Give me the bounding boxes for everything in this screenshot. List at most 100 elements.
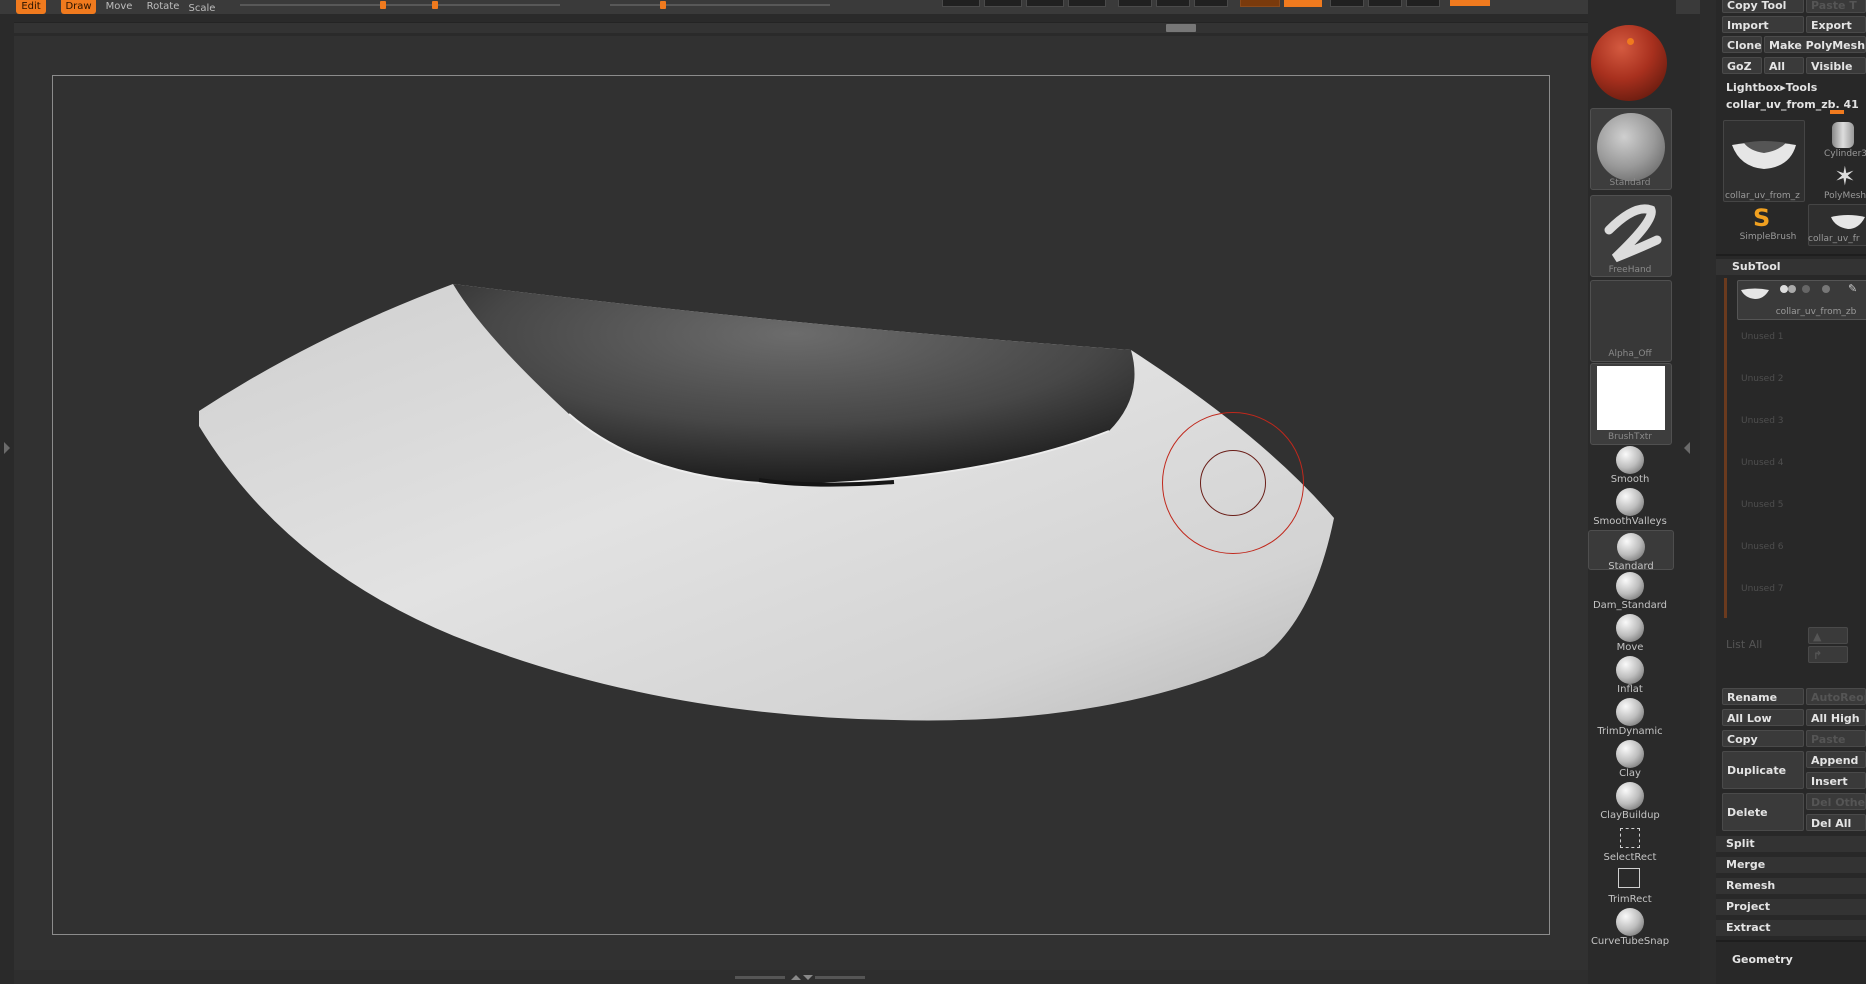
- clay-brush-icon: [1616, 740, 1644, 768]
- delete-button[interactable]: Delete: [1722, 793, 1804, 831]
- toolbar-button[interactable]: [1118, 0, 1152, 7]
- move-down-button[interactable]: ↱: [1808, 646, 1848, 663]
- copy-button[interactable]: Copy: [1722, 730, 1804, 747]
- brush-dam-standard[interactable]: Dam_Standard: [1588, 570, 1672, 611]
- scale-button[interactable]: Scale: [188, 2, 216, 16]
- subtool-slot-empty[interactable]: Unused 6: [1737, 530, 1866, 570]
- all-low-button[interactable]: All Low: [1722, 709, 1804, 726]
- canvas-scrollbar[interactable]: [14, 22, 1588, 33]
- brush-move[interactable]: Move: [1588, 612, 1672, 653]
- make-polymesh-button[interactable]: Make PolyMesh3D: [1764, 36, 1866, 53]
- subtool-slot-empty[interactable]: Unused 4: [1737, 446, 1866, 486]
- paste-tool-button[interactable]: Paste T: [1806, 0, 1866, 13]
- brush-trimrect[interactable]: TrimRect: [1588, 864, 1672, 905]
- toolbar-button[interactable]: [1406, 0, 1440, 7]
- collapse-arrow-icon[interactable]: [1682, 440, 1692, 456]
- brush-smooth[interactable]: Smooth: [1588, 444, 1672, 485]
- slot-label: Unused 7: [1741, 584, 1784, 594]
- visibility-icon[interactable]: [1788, 285, 1796, 293]
- goz-button[interactable]: GoZ: [1722, 57, 1762, 74]
- move-button[interactable]: Move: [104, 0, 134, 14]
- material-sphere-icon[interactable]: [1591, 25, 1667, 101]
- slot-label: Unused 3: [1741, 416, 1784, 426]
- dam-standard-brush-icon: [1616, 572, 1644, 600]
- toolbar-button[interactable]: [1026, 0, 1064, 7]
- clone-button[interactable]: Clone: [1722, 36, 1762, 53]
- edit-button[interactable]: Edit: [16, 0, 46, 14]
- bottom-tray-handle[interactable]: [735, 975, 865, 981]
- import-button[interactable]: Import: [1722, 16, 1804, 33]
- tray-divider[interactable]: [1700, 0, 1716, 984]
- copy-tool-button[interactable]: Copy Tool: [1722, 0, 1804, 13]
- move-up-button[interactable]: ▲: [1808, 627, 1848, 644]
- list-all-button[interactable]: List All: [1726, 638, 1762, 651]
- subtool-slot-empty[interactable]: Unused 2: [1737, 362, 1866, 402]
- project-menu[interactable]: Project: [1716, 899, 1866, 915]
- subtool-slot-empty[interactable]: Unused 7: [1737, 572, 1866, 612]
- autoreorder-button[interactable]: AutoReor: [1806, 688, 1866, 705]
- duplicate-button[interactable]: Duplicate: [1722, 751, 1804, 789]
- brush-clay[interactable]: Clay: [1588, 738, 1672, 779]
- mrgb-button[interactable]: [1240, 0, 1280, 7]
- draw-button[interactable]: Draw: [61, 0, 96, 14]
- zadd-mode-button[interactable]: [1284, 0, 1322, 7]
- slider-knob[interactable]: [432, 1, 438, 9]
- split-menu[interactable]: Split: [1716, 836, 1866, 852]
- export-button[interactable]: Export: [1806, 16, 1866, 33]
- expand-arrow-icon[interactable]: [2, 440, 12, 456]
- del-other-button[interactable]: Del Other: [1806, 793, 1866, 810]
- draw-size-slider[interactable]: [610, 1, 830, 9]
- polypaint-icon[interactable]: [1802, 285, 1810, 293]
- paint-brush-icon[interactable]: ✎: [1848, 283, 1862, 295]
- extract-menu[interactable]: Extract: [1716, 920, 1866, 936]
- goz-visible-button[interactable]: Visible: [1806, 57, 1866, 74]
- brush-smoothvalleys[interactable]: SmoothValleys: [1588, 486, 1672, 527]
- toolbar-button[interactable]: [1194, 0, 1228, 7]
- standard-brush-icon: [1617, 533, 1645, 561]
- material-dot-icon: [1627, 38, 1634, 45]
- brush-standard[interactable]: Standard: [1588, 530, 1674, 572]
- slider-knob[interactable]: [660, 1, 666, 9]
- visibility-icon[interactable]: [1780, 285, 1788, 293]
- toolbar-button[interactable]: [1330, 0, 1364, 7]
- brush-inflat[interactable]: Inflat: [1588, 654, 1672, 695]
- brush-curvetubesnap[interactable]: CurveTubeSnap: [1588, 906, 1672, 947]
- subtool-active-item[interactable]: ✎ collar_uv_from_zb: [1737, 280, 1866, 320]
- rgb-intensity-slider[interactable]: [240, 1, 560, 9]
- subtool-slot-empty[interactable]: Unused 5: [1737, 488, 1866, 528]
- subtool-slot-empty[interactable]: Unused 1: [1737, 320, 1866, 360]
- brush-label: Dam_Standard: [1592, 600, 1668, 611]
- subtool-scroll-indicator[interactable]: [1724, 278, 1727, 618]
- brush-claybuildup[interactable]: ClayBuildup: [1588, 780, 1672, 821]
- toolbar-button[interactable]: [1368, 0, 1402, 7]
- all-high-button[interactable]: All High: [1806, 709, 1866, 726]
- goz-all-button[interactable]: All: [1764, 57, 1804, 74]
- brush-trimdynamic[interactable]: TrimDynamic: [1588, 696, 1672, 737]
- zadd-button[interactable]: [1450, 0, 1490, 6]
- rotate-button[interactable]: Rotate: [144, 0, 182, 14]
- append-button[interactable]: Append: [1806, 751, 1866, 768]
- scrollbar-thumb[interactable]: [1166, 24, 1196, 32]
- lightbox-tools-link[interactable]: Lightbox▸Tools: [1726, 81, 1817, 94]
- subtool-header[interactable]: SubTool: [1716, 259, 1866, 275]
- tool-slider-knob[interactable]: [1830, 110, 1844, 114]
- polymesh-star-icon[interactable]: ✶: [1834, 164, 1860, 190]
- brush-selectrect[interactable]: SelectRect: [1588, 822, 1672, 863]
- del-all-button[interactable]: Del All: [1806, 814, 1866, 831]
- toolbar-button[interactable]: [1068, 0, 1106, 7]
- slider-knob[interactable]: [380, 1, 386, 9]
- toolbar-button[interactable]: [1156, 0, 1190, 7]
- thumb-label: PolyMesh3: [1824, 191, 1866, 201]
- rename-button[interactable]: Rename: [1722, 688, 1804, 705]
- subtool-slot-empty[interactable]: Unused 3: [1737, 404, 1866, 444]
- insert-button[interactable]: Insert: [1806, 772, 1866, 789]
- toolbar-button[interactable]: [984, 0, 1022, 7]
- remesh-menu[interactable]: Remesh: [1716, 878, 1866, 894]
- mode-icon[interactable]: [1822, 285, 1830, 293]
- toolbar-button[interactable]: [942, 0, 980, 7]
- merge-menu[interactable]: Merge: [1716, 857, 1866, 873]
- paste-button[interactable]: Paste: [1806, 730, 1866, 747]
- simplebrush-icon[interactable]: S: [1753, 205, 1777, 231]
- geometry-header[interactable]: Geometry: [1716, 952, 1866, 968]
- tool-thumb-collar[interactable]: [1723, 120, 1805, 202]
